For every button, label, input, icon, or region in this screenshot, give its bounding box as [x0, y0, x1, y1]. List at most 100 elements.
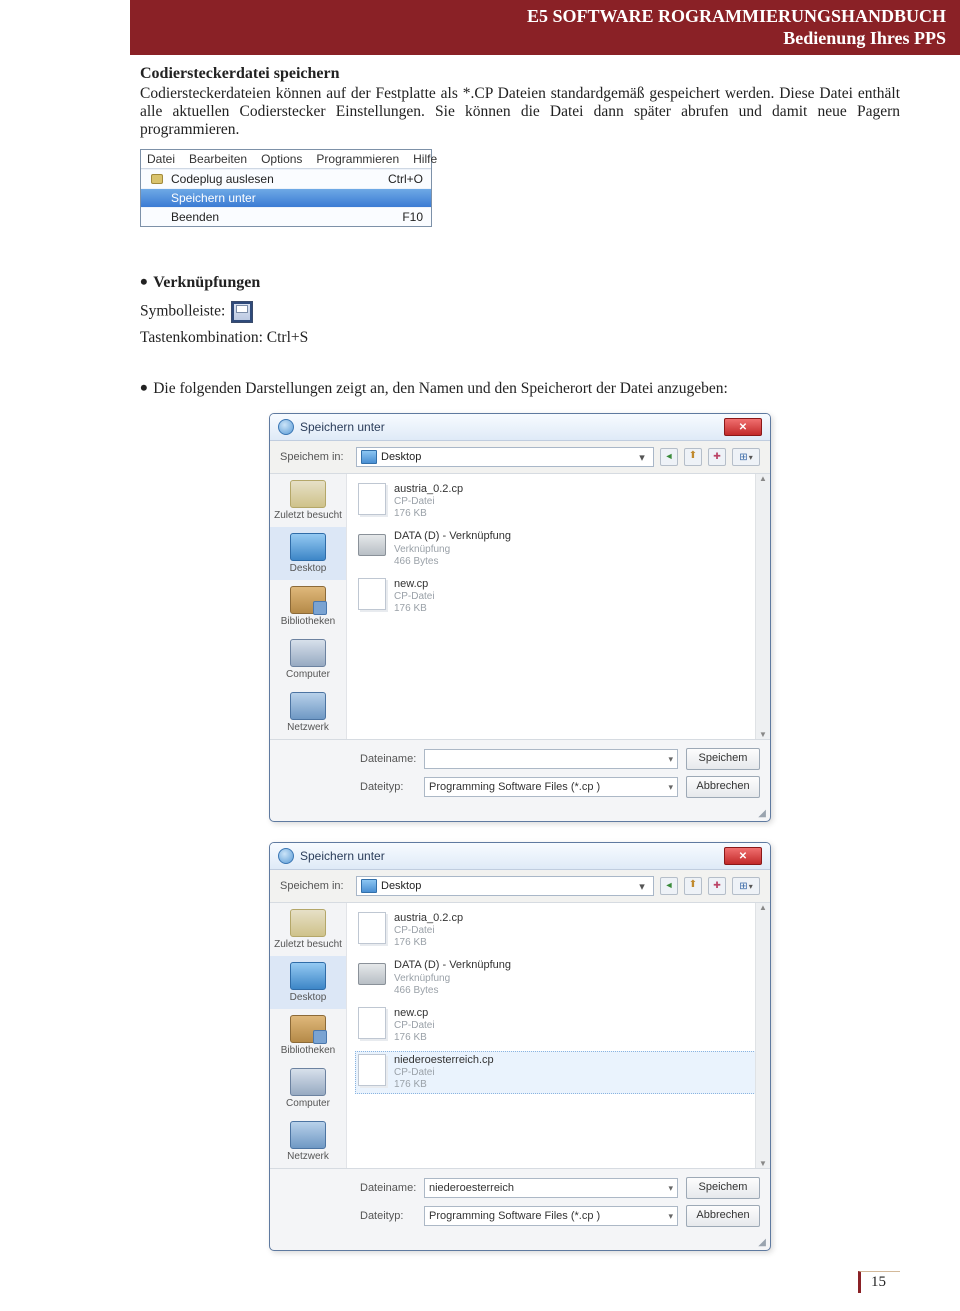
save-dialog-1: Speichern unter ✕ Speichem in: Desktop ▾…: [269, 413, 771, 822]
desktop-icon: [361, 879, 377, 893]
place-recent[interactable]: Zuletzt besucht: [270, 903, 346, 956]
desktop-icon: [361, 450, 377, 464]
subheading-verknuepfungen: Verknüpfungen: [140, 267, 900, 293]
place-libraries[interactable]: Bibliotheken: [270, 1009, 346, 1062]
libraries-icon: [290, 586, 326, 614]
page-number: 15: [858, 1271, 900, 1293]
document-icon: [358, 912, 386, 944]
chevron-down-icon: ▾: [635, 451, 649, 464]
file-item[interactable]: new.cpCP-Datei176 KB: [355, 1004, 762, 1047]
new-folder-button[interactable]: [708, 877, 726, 895]
document-header: E5 SOFTWARE ROGRAMMIERUNGSHANDBUCH Bedie…: [130, 0, 960, 55]
menu-item-beenden[interactable]: Beenden F10: [141, 208, 431, 226]
filename-input[interactable]: niederoesterreich▾: [424, 1178, 678, 1198]
file-list[interactable]: austria_0.2.cpCP-Datei176 KB DATA (D) - …: [347, 474, 770, 739]
network-icon: [290, 692, 326, 720]
menu-datei[interactable]: Datei: [147, 152, 175, 166]
file-item[interactable]: austria_0.2.cpCP-Datei176 KB: [355, 480, 762, 523]
toolbar-label: Symbolleiste:: [140, 303, 225, 320]
file-item[interactable]: austria_0.2.cpCP-Datei176 KB: [355, 909, 762, 952]
blank-icon: [149, 191, 165, 205]
up-button[interactable]: [684, 448, 702, 466]
filetype-label: Dateityp:: [360, 1210, 416, 1222]
menu-programmieren[interactable]: Programmieren: [316, 152, 399, 166]
file-list[interactable]: austria_0.2.cpCP-Datei176 KB DATA (D) - …: [347, 903, 770, 1168]
drive-icon: [358, 534, 386, 556]
dialog-titlebar: Speichern unter ✕: [270, 843, 770, 870]
place-computer[interactable]: Computer: [270, 633, 346, 686]
view-menu-button[interactable]: [732, 448, 760, 466]
document-icon: [358, 1007, 386, 1039]
save-button[interactable]: Speichem: [686, 748, 760, 770]
filetype-combo[interactable]: Programming Software Files (*.cp )▾: [424, 777, 678, 797]
location-combo[interactable]: Desktop ▾: [356, 447, 654, 467]
place-network[interactable]: Netzwerk: [270, 686, 346, 739]
close-button[interactable]: ✕: [724, 847, 762, 865]
folder-open-icon: [149, 172, 165, 186]
place-recent[interactable]: Zuletzt besucht: [270, 474, 346, 527]
computer-icon: [290, 1068, 326, 1096]
resize-grip[interactable]: ◢: [270, 1237, 770, 1250]
file-item[interactable]: new.cpCP-Datei176 KB: [355, 575, 762, 618]
menu-bearbeiten[interactable]: Bearbeiten: [189, 152, 247, 166]
drive-icon: [358, 963, 386, 985]
body-paragraph: Codiersteckerdateien können auf der Fest…: [140, 85, 900, 139]
save-dialog-2: Speichern unter ✕ Speichem in: Desktop ▾…: [269, 842, 771, 1251]
location-combo[interactable]: Desktop ▾: [356, 876, 654, 896]
location-label: Speichem in:: [280, 451, 350, 463]
save-icon: [231, 301, 253, 323]
cancel-button[interactable]: Abbrechen: [686, 776, 760, 798]
dialog-title: Speichern unter: [300, 420, 385, 434]
back-button[interactable]: [660, 448, 678, 466]
close-button[interactable]: ✕: [724, 418, 762, 436]
section-title: Codiersteckerdatei speichern: [140, 65, 900, 83]
menu-item-speichern-unter[interactable]: Speichern unter: [141, 189, 431, 208]
header-line1: E5 SOFTWARE ROGRAMMIERUNGSHANDBUCH: [144, 6, 946, 28]
filename-input[interactable]: ▾: [424, 749, 678, 769]
scrollbar[interactable]: [755, 474, 770, 739]
view-menu-button[interactable]: [732, 877, 760, 895]
shortcut-label: Tastenkombination: Ctrl+S: [140, 329, 900, 347]
filename-label: Dateiname:: [360, 753, 416, 765]
desktop-place-icon: [290, 533, 326, 561]
recent-icon: [290, 480, 326, 508]
network-icon: [290, 1121, 326, 1149]
app-icon: [278, 419, 294, 435]
document-icon: [358, 578, 386, 610]
chevron-down-icon: ▾: [668, 1211, 673, 1222]
libraries-icon: [290, 1015, 326, 1043]
place-libraries[interactable]: Bibliotheken: [270, 580, 346, 633]
menu-options[interactable]: Options: [261, 152, 302, 166]
places-bar: Zuletzt besucht Desktop Bibliotheken Com…: [270, 903, 347, 1168]
document-icon: [358, 1054, 386, 1086]
blank-icon: [149, 210, 165, 224]
back-button[interactable]: [660, 877, 678, 895]
new-folder-button[interactable]: [708, 448, 726, 466]
scrollbar[interactable]: [755, 903, 770, 1168]
recent-icon: [290, 909, 326, 937]
resize-grip[interactable]: ◢: [270, 808, 770, 821]
dialog-title: Speichern unter: [300, 849, 385, 863]
place-computer[interactable]: Computer: [270, 1062, 346, 1115]
places-bar: Zuletzt besucht Desktop Bibliotheken Com…: [270, 474, 347, 739]
save-button[interactable]: Speichem: [686, 1177, 760, 1199]
file-item-selected[interactable]: niederoesterreich.cpCP-Datei176 KB: [355, 1051, 762, 1094]
cancel-button[interactable]: Abbrechen: [686, 1205, 760, 1227]
menu-bar: Datei Bearbeiten Options Programmieren H…: [141, 150, 431, 169]
chevron-down-icon: ▾: [635, 880, 649, 893]
followup-text: Die folgenden Darstellungen zeigt an, de…: [140, 373, 900, 399]
place-desktop[interactable]: Desktop: [270, 956, 346, 1009]
file-item[interactable]: DATA (D) - VerknüpfungVerknüpfung466 Byt…: [355, 527, 762, 570]
desktop-place-icon: [290, 962, 326, 990]
chevron-down-icon: ▾: [668, 754, 673, 765]
menu-item-codeplug[interactable]: Codeplug auslesen Ctrl+O: [141, 170, 431, 189]
up-button[interactable]: [684, 877, 702, 895]
computer-icon: [290, 639, 326, 667]
location-label: Speichem in:: [280, 880, 350, 892]
place-network[interactable]: Netzwerk: [270, 1115, 346, 1168]
filetype-combo[interactable]: Programming Software Files (*.cp )▾: [424, 1206, 678, 1226]
file-item[interactable]: DATA (D) - VerknüpfungVerknüpfung466 Byt…: [355, 956, 762, 999]
menu-hilfe[interactable]: Hilfe: [413, 152, 437, 166]
menu-dropdown: Codeplug auslesen Ctrl+O Speichern unter…: [141, 169, 431, 226]
place-desktop[interactable]: Desktop: [270, 527, 346, 580]
